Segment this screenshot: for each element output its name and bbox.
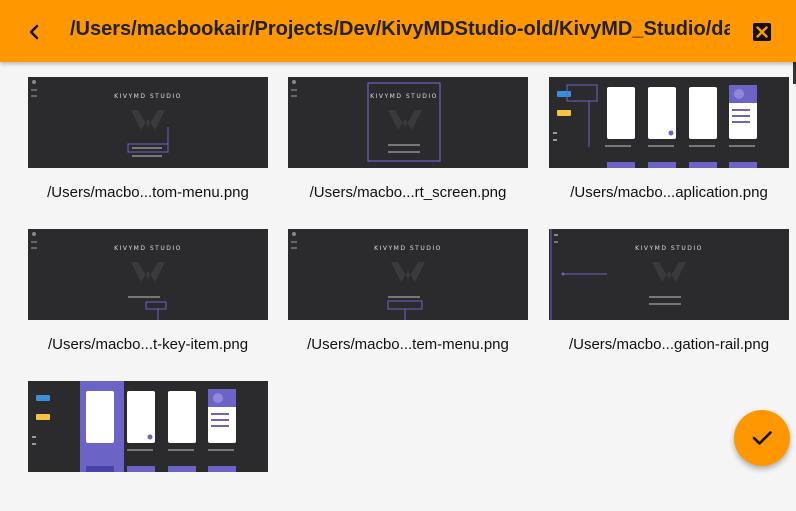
file-tile[interactable]: KIVYMD STUDIO /Users/macbo...rt_screen.p… xyxy=(288,77,528,207)
svg-text:KIVYMD STUDIO: KIVYMD STUDIO xyxy=(114,245,182,252)
file-name: /Users/macbo...aplication.png xyxy=(570,184,768,201)
file-name: /Users/macbo...tem-menu.png xyxy=(307,336,509,353)
file-name: /Users/macbo...tom-menu.png xyxy=(47,184,249,201)
image-thumbnail: KIVYMD STUDIO xyxy=(549,229,789,320)
image-thumbnail: KIVYMD STUDIO xyxy=(28,229,268,320)
check-icon xyxy=(752,431,772,445)
top-app-bar: /Users/macbookair/Projects/Dev/KivyMDStu… xyxy=(0,0,796,62)
svg-text:KIVYMD STUDIO: KIVYMD STUDIO xyxy=(114,93,182,100)
svg-text:KIVYMD STUDIO: KIVYMD STUDIO xyxy=(374,245,442,252)
file-tile[interactable]: KIVYMD STUDIO /Users/macbo...tom-menu.pn… xyxy=(28,77,268,207)
svg-text:KIVYMD STUDIO: KIVYMD STUDIO xyxy=(635,245,703,252)
file-tile[interactable]: /Users/macbo...aplication.png xyxy=(549,77,789,207)
file-tile[interactable]: KIVYMD STUDIO /Users/macbo...tem-menu.pn… xyxy=(288,229,528,359)
file-name: /Users/macbo...rt_screen.png xyxy=(309,184,507,201)
image-thumbnail xyxy=(549,77,789,168)
file-tile[interactable]: KIVYMD STUDIO /Users/macbo...t-key-item.… xyxy=(28,229,268,359)
current-path-title: /Users/macbookair/Projects/Dev/KivyMDStu… xyxy=(70,18,730,40)
file-grid: KIVYMD STUDIO /Users/macbo...tom-menu.pn… xyxy=(0,62,796,474)
image-thumbnail: KIVYMD STUDIO xyxy=(288,229,528,320)
file-tile[interactable]: KIVYMD STUDIO /Users/macbo...gation-rail… xyxy=(549,229,789,359)
image-thumbnail xyxy=(28,381,268,472)
file-name: /Users/macbo...gation-rail.png xyxy=(568,336,770,353)
svg-text:KIVYMD STUDIO: KIVYMD STUDIO xyxy=(370,93,438,100)
file-name: /Users/macbo...t-key-item.png xyxy=(47,336,249,353)
image-thumbnail: KIVYMD STUDIO xyxy=(28,77,268,168)
chevron-left-icon xyxy=(29,24,39,40)
confirm-button[interactable] xyxy=(734,410,790,466)
back-button[interactable] xyxy=(14,12,54,52)
close-box-icon xyxy=(753,23,771,41)
close-button[interactable] xyxy=(744,14,780,50)
image-thumbnail: KIVYMD STUDIO xyxy=(288,77,528,168)
file-tile[interactable] xyxy=(28,381,268,511)
